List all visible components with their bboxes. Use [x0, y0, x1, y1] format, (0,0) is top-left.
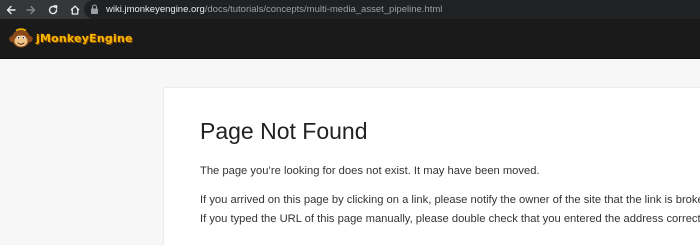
site-header: jMonkeyEngine — [0, 19, 700, 59]
monkey-mascot-icon — [9, 27, 33, 47]
home-icon[interactable] — [66, 0, 84, 19]
url-host: wiki.jmonkeyengine.org — [106, 4, 205, 15]
page-title: Page Not Found — [200, 118, 368, 144]
reload-icon[interactable] — [44, 0, 62, 19]
browser-toolbar: wiki.jmonkeyengine.org/docs/tutorials/co… — [0, 0, 700, 19]
forward-arrow-icon[interactable] — [22, 0, 40, 19]
address-bar[interactable]: wiki.jmonkeyengine.org/docs/tutorials/co… — [84, 0, 700, 19]
lock-icon[interactable] — [90, 0, 102, 19]
back-arrow-icon[interactable] — [2, 0, 20, 19]
site-logo[interactable]: jMonkeyEngine — [8, 26, 133, 52]
url-text[interactable]: wiki.jmonkeyengine.org/docs/tutorials/co… — [106, 4, 442, 15]
content-card: Page Not Found The page you’re looking f… — [163, 87, 700, 245]
logo-text: jMonkeyEngine — [36, 32, 133, 45]
url-path: /docs/tutorials/concepts/multi-media_ass… — [204, 4, 443, 15]
typed-url-message: If you typed the URL of this page manual… — [200, 213, 700, 225]
broken-link-message: If you arrived on this page by clicking … — [200, 194, 700, 206]
not-found-message: The page you’re looking for does not exi… — [200, 165, 540, 177]
